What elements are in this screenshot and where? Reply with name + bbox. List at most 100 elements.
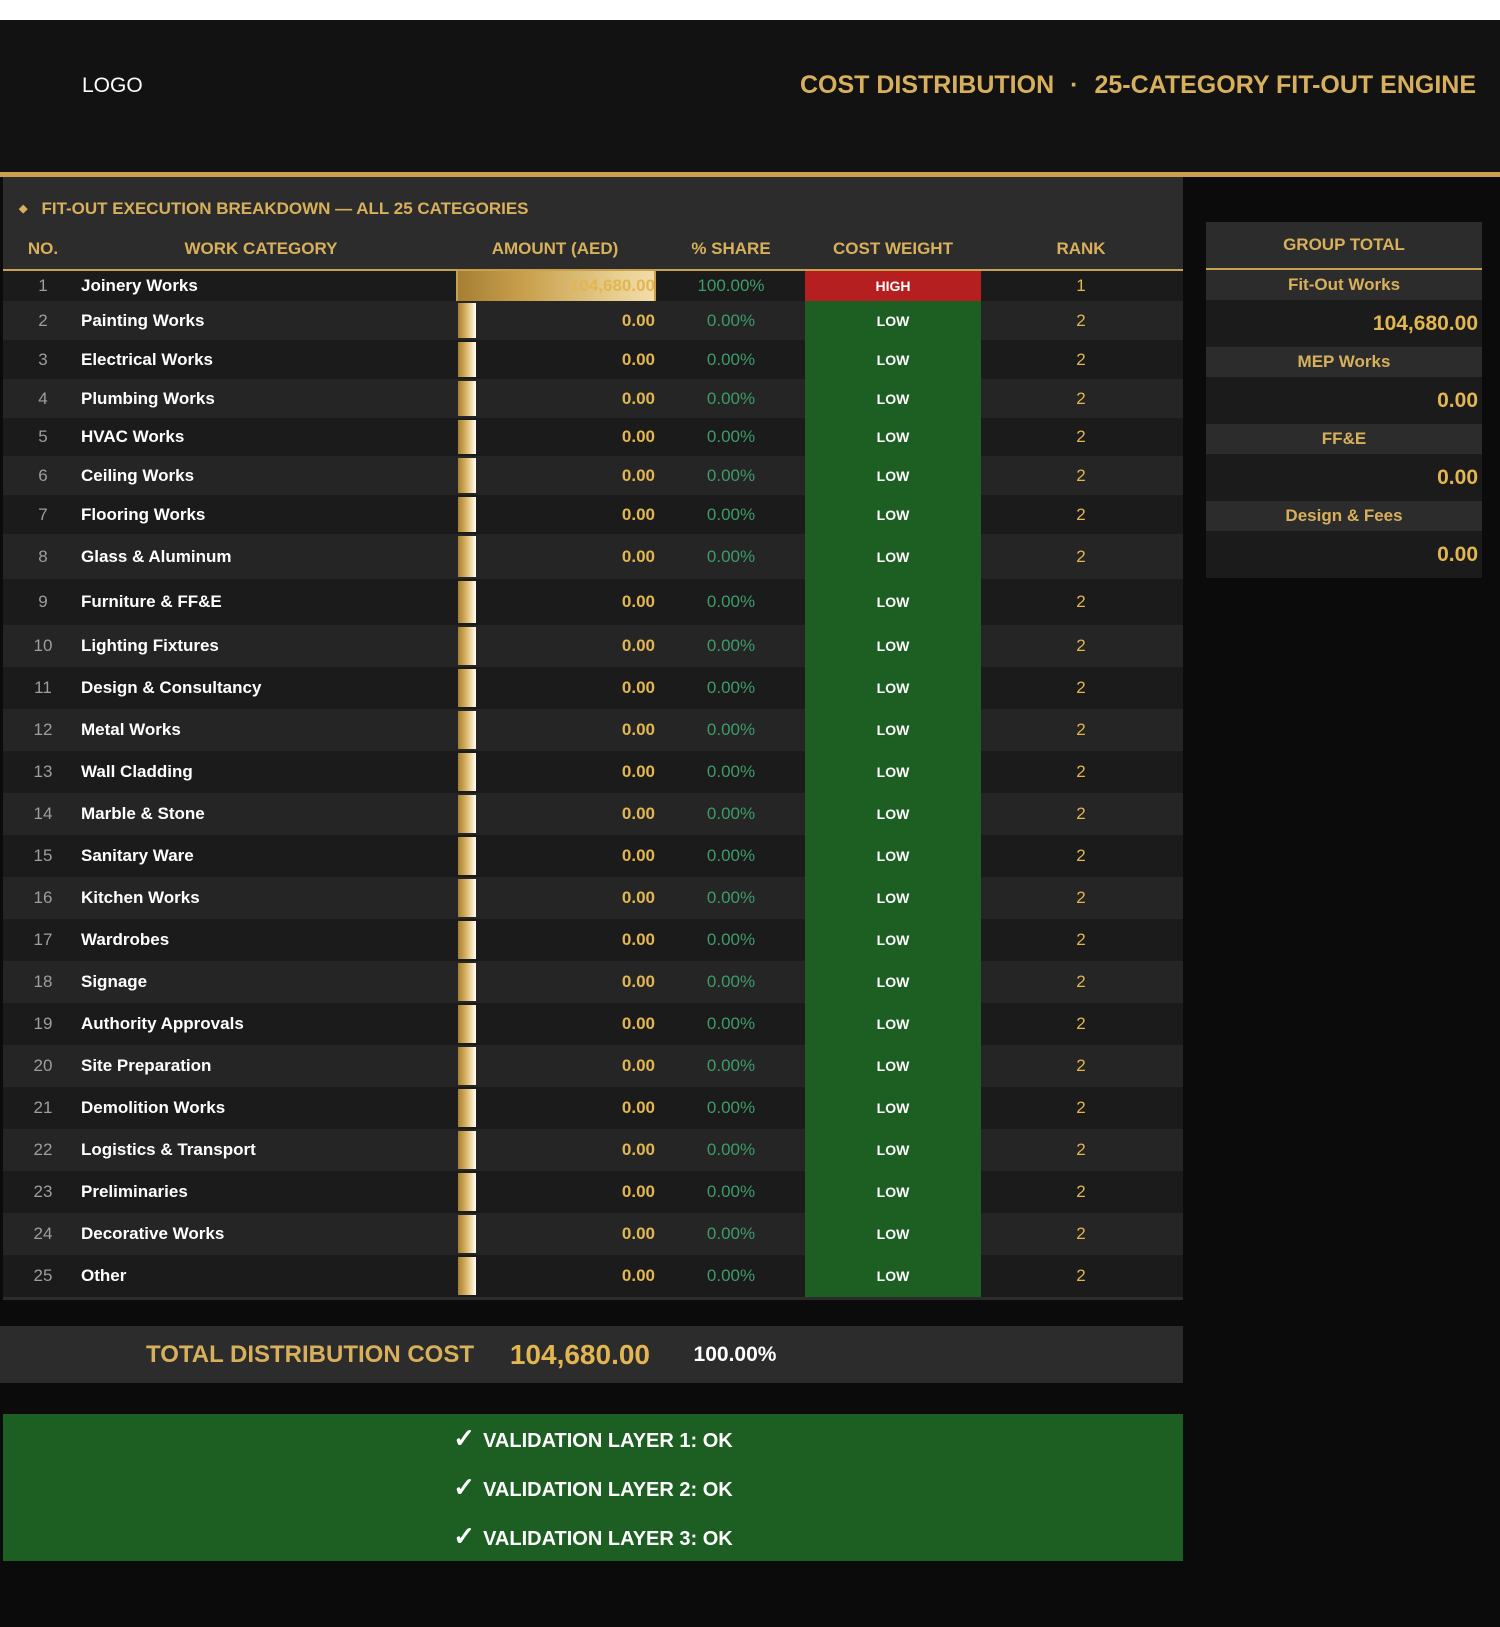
share-cell[interactable]: 0.00%: [657, 301, 805, 340]
cost-weight-badge[interactable]: LOW: [805, 340, 981, 379]
cost-weight-badge[interactable]: LOW: [805, 625, 981, 667]
rank-cell[interactable]: 2: [981, 877, 1181, 919]
group-label-mep[interactable]: MEP Works: [1206, 347, 1482, 377]
cost-weight-badge[interactable]: LOW: [805, 1213, 981, 1255]
table-row[interactable]: 21 Demolition Works 0.00 0.00% LOW 2: [3, 1087, 1183, 1129]
rank-cell[interactable]: 2: [981, 1045, 1181, 1087]
share-cell[interactable]: 100.00%: [657, 271, 805, 301]
rank-cell[interactable]: 2: [981, 301, 1181, 340]
group-value-ffe[interactable]: 0.00: [1206, 454, 1482, 501]
table-row[interactable]: 1 Joinery Works 104,680.00 100.00% HIGH 1: [3, 269, 1183, 303]
table-row[interactable]: 14 Marble & Stone 0.00 0.00% LOW 2: [3, 793, 1183, 835]
amount-cell[interactable]: 0.00: [455, 495, 655, 534]
amount-cell[interactable]: 0.00: [455, 835, 655, 877]
rank-cell[interactable]: 2: [981, 919, 1181, 961]
rank-cell[interactable]: 1: [981, 271, 1181, 301]
share-cell[interactable]: 0.00%: [657, 456, 805, 495]
work-category[interactable]: Wardrobes: [81, 919, 441, 961]
table-row[interactable]: 5 HVAC Works 0.00 0.00% LOW 2: [3, 418, 1183, 456]
table-row[interactable]: 4 Plumbing Works 0.00 0.00% LOW 2: [3, 379, 1183, 418]
cost-weight-badge[interactable]: LOW: [805, 919, 981, 961]
amount-cell[interactable]: 0.00: [455, 751, 655, 793]
cost-weight-badge[interactable]: LOW: [805, 301, 981, 340]
work-category[interactable]: Design & Consultancy: [81, 667, 441, 709]
rank-cell[interactable]: 2: [981, 534, 1181, 579]
group-value-fitout[interactable]: 104,680.00: [1206, 300, 1482, 347]
rank-cell[interactable]: 2: [981, 495, 1181, 534]
cost-weight-badge[interactable]: LOW: [805, 1255, 981, 1297]
cost-weight-badge[interactable]: LOW: [805, 534, 981, 579]
table-row[interactable]: 9 Furniture & FF&E 0.00 0.00% LOW 2: [3, 579, 1183, 625]
share-cell[interactable]: 0.00%: [657, 961, 805, 1003]
rank-cell[interactable]: 2: [981, 579, 1181, 625]
amount-cell[interactable]: 0.00: [455, 625, 655, 667]
work-category[interactable]: Joinery Works: [81, 271, 441, 301]
amount-cell[interactable]: 0.00: [455, 793, 655, 835]
group-label-fitout[interactable]: Fit-Out Works: [1206, 270, 1482, 300]
work-category[interactable]: Site Preparation: [81, 1045, 441, 1087]
share-cell[interactable]: 0.00%: [657, 1213, 805, 1255]
column-header-category[interactable]: WORK CATEGORY: [81, 229, 441, 269]
table-row[interactable]: 25 Other 0.00 0.00% LOW 2: [3, 1255, 1183, 1297]
work-category[interactable]: Plumbing Works: [81, 379, 441, 418]
cost-weight-badge[interactable]: LOW: [805, 793, 981, 835]
table-row[interactable]: 23 Preliminaries 0.00 0.00% LOW 2: [3, 1171, 1183, 1213]
table-row[interactable]: 13 Wall Cladding 0.00 0.00% LOW 2: [3, 751, 1183, 793]
share-cell[interactable]: 0.00%: [657, 534, 805, 579]
cost-weight-badge[interactable]: LOW: [805, 418, 981, 456]
cost-weight-badge[interactable]: LOW: [805, 1171, 981, 1213]
cost-weight-badge[interactable]: LOW: [805, 961, 981, 1003]
share-cell[interactable]: 0.00%: [657, 379, 805, 418]
rank-cell[interactable]: 2: [981, 1003, 1181, 1045]
group-value-design[interactable]: 0.00: [1206, 531, 1482, 578]
share-cell[interactable]: 0.00%: [657, 919, 805, 961]
group-label-design[interactable]: Design & Fees: [1206, 501, 1482, 531]
work-category[interactable]: Flooring Works: [81, 495, 441, 534]
share-cell[interactable]: 0.00%: [657, 1129, 805, 1171]
table-row[interactable]: 2 Painting Works 0.00 0.00% LOW 2: [3, 301, 1183, 340]
cost-weight-badge[interactable]: LOW: [805, 1087, 981, 1129]
share-cell[interactable]: 0.00%: [657, 751, 805, 793]
rank-cell[interactable]: 2: [981, 1087, 1181, 1129]
rank-cell[interactable]: 2: [981, 835, 1181, 877]
work-category[interactable]: Glass & Aluminum: [81, 534, 441, 579]
cost-weight-badge[interactable]: LOW: [805, 1129, 981, 1171]
share-cell[interactable]: 0.00%: [657, 667, 805, 709]
amount-cell[interactable]: 0.00: [455, 961, 655, 1003]
table-row[interactable]: 12 Metal Works 0.00 0.00% LOW 2: [3, 709, 1183, 751]
amount-cell[interactable]: 0.00: [455, 1045, 655, 1087]
work-category[interactable]: Logistics & Transport: [81, 1129, 441, 1171]
table-row[interactable]: 20 Site Preparation 0.00 0.00% LOW 2: [3, 1045, 1183, 1087]
column-header-amount[interactable]: AMOUNT (AED): [455, 229, 655, 269]
work-category[interactable]: Other: [81, 1255, 441, 1297]
cost-weight-badge[interactable]: LOW: [805, 379, 981, 418]
work-category[interactable]: Painting Works: [81, 301, 441, 340]
work-category[interactable]: Marble & Stone: [81, 793, 441, 835]
work-category[interactable]: Sanitary Ware: [81, 835, 441, 877]
amount-cell[interactable]: 0.00: [455, 1255, 655, 1297]
amount-cell[interactable]: 0.00: [455, 709, 655, 751]
share-cell[interactable]: 0.00%: [657, 1045, 805, 1087]
cost-weight-badge[interactable]: LOW: [805, 495, 981, 534]
cost-weight-badge[interactable]: LOW: [805, 877, 981, 919]
work-category[interactable]: Authority Approvals: [81, 1003, 441, 1045]
table-row[interactable]: 17 Wardrobes 0.00 0.00% LOW 2: [3, 919, 1183, 961]
amount-cell[interactable]: 0.00: [455, 1003, 655, 1045]
amount-cell[interactable]: 0.00: [455, 877, 655, 919]
amount-cell[interactable]: 104,680.00: [455, 271, 655, 301]
share-cell[interactable]: 0.00%: [657, 1171, 805, 1213]
share-cell[interactable]: 0.00%: [657, 835, 805, 877]
share-cell[interactable]: 0.00%: [657, 495, 805, 534]
work-category[interactable]: Wall Cladding: [81, 751, 441, 793]
column-header-share[interactable]: % SHARE: [657, 229, 805, 269]
rank-cell[interactable]: 2: [981, 625, 1181, 667]
cost-weight-badge[interactable]: LOW: [805, 1003, 981, 1045]
rank-cell[interactable]: 2: [981, 379, 1181, 418]
share-cell[interactable]: 0.00%: [657, 418, 805, 456]
rank-cell[interactable]: 2: [981, 1213, 1181, 1255]
work-category[interactable]: Demolition Works: [81, 1087, 441, 1129]
work-category[interactable]: Furniture & FF&E: [81, 579, 441, 625]
amount-cell[interactable]: 0.00: [455, 301, 655, 340]
share-cell[interactable]: 0.00%: [657, 709, 805, 751]
table-row[interactable]: 3 Electrical Works 0.00 0.00% LOW 2: [3, 340, 1183, 379]
